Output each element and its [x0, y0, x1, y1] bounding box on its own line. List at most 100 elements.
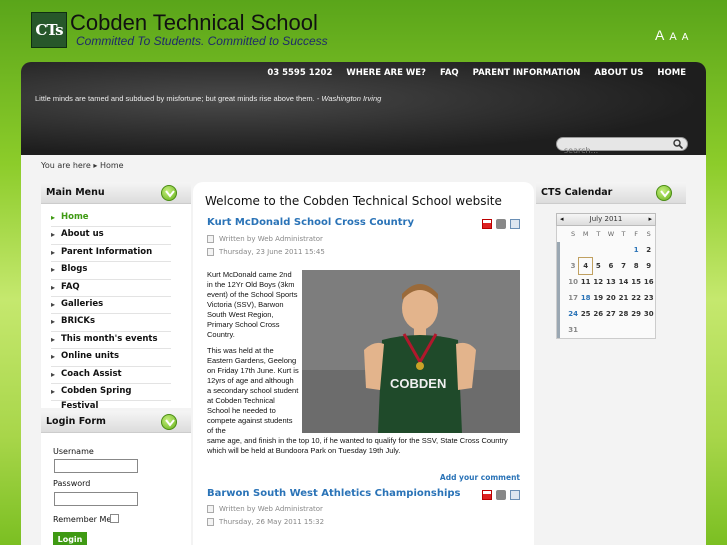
menu-item-parent-information[interactable]: Parent Information: [51, 245, 171, 263]
email-icon[interactable]: [510, 490, 520, 500]
calendar-day[interactable]: 10: [567, 274, 580, 290]
print-icon[interactable]: [496, 490, 506, 500]
article-date-2: Thursday, 26 May 2011 15:32: [207, 518, 324, 526]
main-menu-list: Home About us Parent Information Blogs F…: [41, 204, 191, 411]
search-icon[interactable]: [673, 139, 683, 149]
calendar-day[interactable]: [579, 242, 592, 258]
calendar-day[interactable]: 1: [630, 242, 643, 258]
calendar-day[interactable]: 24: [567, 306, 580, 322]
menu-item-blogs[interactable]: Blogs: [51, 262, 171, 280]
password-input[interactable]: [54, 492, 138, 506]
menu-item-bricks[interactable]: BRICKs: [51, 314, 171, 332]
weekday-label: S: [646, 230, 651, 238]
quote-text: Little minds are tamed and subdued by mi…: [35, 94, 320, 103]
author-icon: [207, 505, 214, 513]
calendar-day[interactable]: 6: [605, 258, 618, 274]
school-logo[interactable]: CTs: [31, 12, 67, 48]
calendar-day[interactable]: 14: [617, 274, 630, 290]
nav-where-are-we[interactable]: WHERE ARE WE?: [346, 68, 426, 78]
article-paragraph-2a: This was held at the Eastern Gardens, Ge…: [207, 346, 299, 435]
email-icon[interactable]: [510, 219, 520, 229]
menu-item-about-us[interactable]: About us: [51, 227, 171, 245]
calendar-day[interactable]: 20: [605, 290, 618, 306]
calendar-day[interactable]: 22: [630, 290, 643, 306]
font-size-medium-button[interactable]: A: [669, 31, 676, 43]
login-title: Login Form: [46, 416, 106, 427]
calendar-day[interactable]: 18: [579, 290, 592, 306]
calendar-day[interactable]: 11: [579, 274, 592, 290]
jersey-text: COBDEN: [390, 376, 446, 391]
article-title-2[interactable]: Barwon South West Athletics Championship…: [207, 488, 460, 499]
login-toggle-icon[interactable]: [161, 414, 177, 430]
menu-item-months-events[interactable]: This month's events: [51, 332, 171, 350]
calendar-day[interactable]: [592, 242, 605, 258]
calendar-day[interactable]: 7: [617, 258, 630, 274]
font-size-controls: AAA: [655, 27, 693, 45]
calendar-weekday-row: S M T W T F S: [557, 226, 655, 242]
content-area: You are here ▸ Home Main Menu Home About…: [21, 155, 706, 545]
calendar-day-today[interactable]: 4: [578, 257, 593, 275]
calendar-day[interactable]: 21: [617, 290, 630, 306]
nav-about-us[interactable]: ABOUT US: [594, 68, 643, 78]
article-date: Thursday, 23 June 2011 15:45: [207, 248, 325, 256]
calendar-day[interactable]: 5: [592, 258, 605, 274]
print-icon[interactable]: [496, 219, 506, 229]
calendar-day[interactable]: 8: [630, 258, 643, 274]
quote-author: Washington Irving: [321, 94, 382, 103]
calendar-toggle-icon[interactable]: [656, 185, 672, 201]
calendar-day[interactable]: 31: [567, 322, 580, 338]
calendar-day[interactable]: 29: [630, 306, 643, 322]
nav-home[interactable]: HOME: [657, 68, 686, 78]
pdf-icon[interactable]: [482, 490, 492, 500]
calendar-day[interactable]: 3: [567, 258, 580, 274]
calendar-day[interactable]: 19: [592, 290, 605, 306]
calendar-module: CTS Calendar ◂ July 2011 ▸ S M T W T F S: [536, 182, 686, 382]
add-comment-link[interactable]: Add your comment: [440, 473, 520, 482]
calendar-day[interactable]: 30: [642, 306, 655, 322]
weekday-label: F: [634, 230, 638, 238]
menu-item-home[interactable]: Home: [51, 210, 171, 228]
login-button[interactable]: Login: [53, 532, 87, 545]
calendar-day[interactable]: 12: [592, 274, 605, 290]
calendar-day[interactable]: 28: [617, 306, 630, 322]
weekday-label: W: [607, 230, 615, 238]
prev-month-icon[interactable]: ◂: [560, 214, 564, 225]
quote: Little minds are tamed and subdued by mi…: [35, 94, 381, 103]
breadcrumb-arrow-icon: ▸: [93, 161, 98, 170]
main-menu-module: Main Menu Home About us Parent Informati…: [41, 182, 191, 411]
weekday-label: M: [582, 230, 589, 238]
calendar-day[interactable]: 23: [642, 290, 655, 306]
remember-me-checkbox[interactable]: [110, 514, 119, 523]
menu-item-faq[interactable]: FAQ: [51, 280, 171, 297]
login-header: Login Form: [41, 411, 191, 433]
site-title[interactable]: Cobden Technical School: [70, 10, 318, 36]
nav-faq[interactable]: FAQ: [440, 68, 459, 78]
menu-item-galleries[interactable]: Galleries: [51, 297, 171, 315]
next-month-icon[interactable]: ▸: [648, 214, 652, 225]
calendar-day[interactable]: 16: [642, 274, 655, 290]
calendar-day[interactable]: [617, 242, 630, 258]
menu-item-online-units[interactable]: Online units: [51, 349, 171, 367]
main-menu-toggle-icon[interactable]: [161, 185, 177, 201]
author-icon: [207, 235, 214, 243]
calendar-day[interactable]: 17: [567, 290, 580, 306]
calendar-day[interactable]: 13: [605, 274, 618, 290]
calendar-day[interactable]: 9: [642, 258, 655, 274]
calendar-day[interactable]: 27: [605, 306, 618, 322]
calendar-day[interactable]: [605, 242, 618, 258]
nav-phone[interactable]: 03 5595 1202: [267, 68, 332, 78]
article-paragraph-1: Kurt McDonald came 2nd in the 12Yr Old B…: [207, 270, 298, 339]
article-title[interactable]: Kurt McDonald School Cross Country: [207, 217, 414, 228]
calendar-day[interactable]: 2: [642, 242, 655, 258]
font-size-large-button[interactable]: A: [655, 27, 664, 43]
menu-item-spring-festival[interactable]: Cobden Spring Festival: [51, 384, 171, 411]
nav-parent-information[interactable]: PARENT INFORMATION: [473, 68, 581, 78]
calendar-day[interactable]: 15: [630, 274, 643, 290]
pdf-icon[interactable]: [482, 219, 492, 229]
username-input[interactable]: [54, 459, 138, 473]
menu-item-coach-assist[interactable]: Coach Assist: [51, 367, 171, 384]
calendar-day[interactable]: 25: [579, 306, 592, 322]
calendar-day[interactable]: 26: [592, 306, 605, 322]
calendar-day[interactable]: [567, 242, 580, 258]
font-size-small-button[interactable]: A: [682, 32, 689, 43]
